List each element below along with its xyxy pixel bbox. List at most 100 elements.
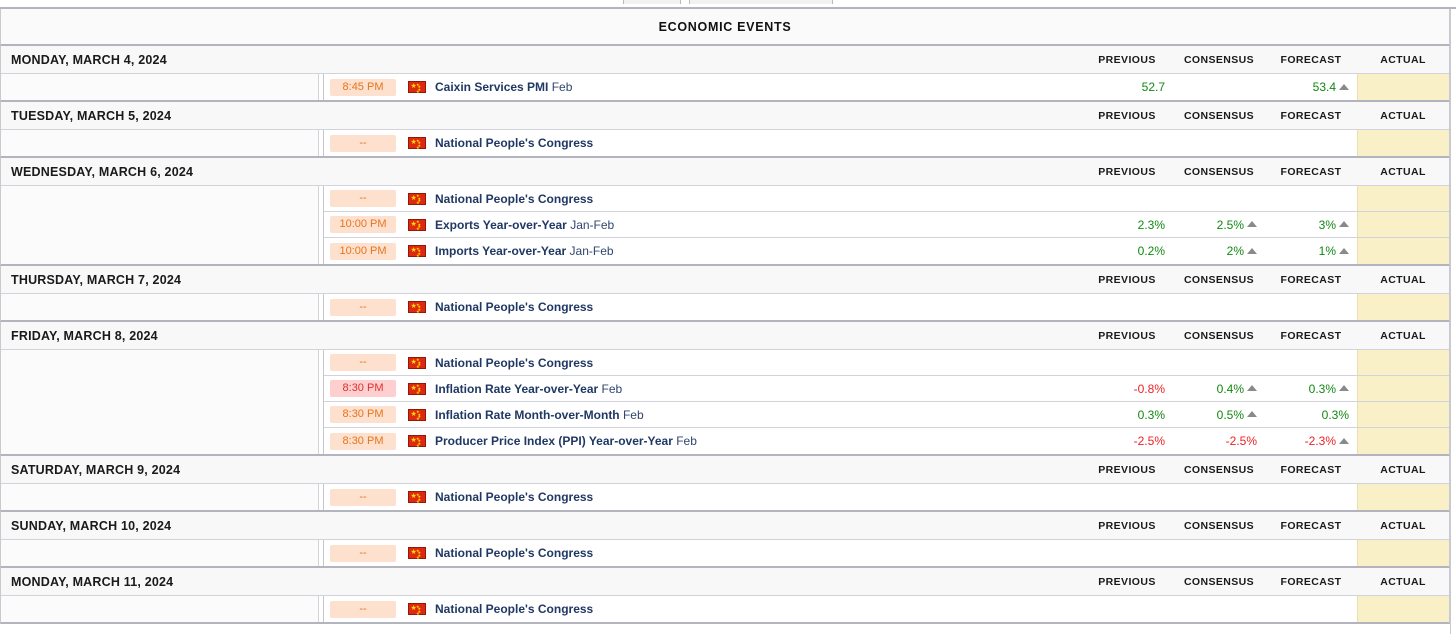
date-group-body: -- ★ ★ ★ ★ ★ National People's Congress … (1, 186, 1449, 264)
event-name[interactable]: National People's Congress (435, 356, 593, 370)
event-name[interactable]: Producer Price Index (PPI) Year-over-Yea… (435, 434, 697, 448)
value-previous: 0.2% (1137, 244, 1165, 258)
event-name[interactable]: Inflation Rate Year-over-Year Feb (435, 382, 622, 396)
date-header-row: MONDAY, MARCH 11, 2024 PREVIOUS CONSENSU… (1, 568, 1449, 596)
left-empty-column (1, 350, 319, 454)
event-name[interactable]: National People's Congress (435, 546, 593, 560)
event-name[interactable]: National People's Congress (435, 192, 593, 206)
tab-stub-left[interactable] (623, 0, 681, 4)
table-row[interactable]: -- ★ ★ ★ ★ ★ National People's Congress (324, 294, 1449, 320)
economic-events-page: ECONOMIC EVENTS MONDAY, MARCH 4, 2024 PR… (0, 0, 1456, 634)
left-empty-column (1, 130, 319, 156)
table-row[interactable]: -- ★ ★ ★ ★ ★ National People's Congress (324, 130, 1449, 156)
column-headers: PREVIOUS CONSENSUS FORECAST ACTUAL (1081, 322, 1449, 350)
column-header-actual: ACTUAL (1380, 520, 1426, 532)
event-time-badge-high: 8:30 PM (330, 380, 396, 397)
event-values (1081, 596, 1449, 622)
date-label: FRIDAY, MARCH 8, 2024 (11, 328, 158, 343)
column-headers: PREVIOUS CONSENSUS FORECAST ACTUAL (1081, 46, 1449, 74)
event-time-badge-low: -- (330, 134, 396, 152)
event-title-text: Inflation Rate Year-over-Year (435, 381, 599, 396)
table-row[interactable]: -- ★ ★ ★ ★ ★ National People's Congress (324, 350, 1449, 376)
date-label: MONDAY, MARCH 11, 2024 (11, 574, 174, 589)
column-header-forecast: FORECAST (1280, 330, 1342, 342)
date-header-row: WEDNESDAY, MARCH 6, 2024 PREVIOUS CONSEN… (1, 158, 1449, 186)
event-values: -0.8% 0.4% 0.3% (1081, 376, 1449, 401)
value-actual (1357, 130, 1449, 156)
china-flag-icon: ★ ★ ★ ★ ★ (408, 547, 426, 559)
date-group-body: -- ★ ★ ★ ★ ★ National People's Congress (1, 294, 1449, 320)
column-header-actual: ACTUAL (1380, 576, 1426, 588)
table-row[interactable]: 8:45 PM ★ ★ ★ ★ ★ Caixin Services PMI Fe… (324, 74, 1449, 100)
china-flag-icon: ★ ★ ★ ★ ★ (408, 192, 426, 205)
event-name[interactable]: Exports Year-over-Year Jan-Feb (435, 218, 614, 232)
date-label: WEDNESDAY, MARCH 6, 2024 (11, 164, 194, 179)
value-forecast (1265, 186, 1357, 211)
event-values: 52.7 53.4 (1081, 74, 1449, 100)
value-forecast: 0.3% (1321, 407, 1349, 422)
table-row[interactable]: 8:30 PM ★ ★ ★ ★ ★ Producer Price Index (… (324, 428, 1449, 454)
event-period-text: Feb (619, 407, 644, 422)
china-flag-icon: ★ ★ ★ ★ ★ (408, 218, 426, 231)
date-group: MONDAY, MARCH 4, 2024 PREVIOUS CONSENSUS… (0, 46, 1450, 102)
event-period-text: Feb (598, 381, 623, 396)
tab-stub-right[interactable] (689, 0, 833, 4)
table-row[interactable]: -- ★ ★ ★ ★ ★ National People's Congress (324, 484, 1449, 510)
left-empty-column (1, 74, 319, 100)
column-headers: PREVIOUS CONSENSUS FORECAST ACTUAL (1081, 568, 1449, 596)
trend-up-icon (1339, 247, 1349, 254)
event-name[interactable]: Imports Year-over-Year Jan-Feb (435, 244, 614, 258)
table-row[interactable]: -- ★ ★ ★ ★ ★ National People's Congress (324, 540, 1449, 566)
event-values (1081, 540, 1449, 566)
tab-strip (0, 0, 1456, 7)
event-name[interactable]: National People's Congress (435, 300, 593, 314)
china-flag-icon: ★ ★ ★ ★ ★ (408, 382, 426, 395)
column-header-forecast: FORECAST (1280, 110, 1342, 122)
column-header-forecast: FORECAST (1280, 520, 1342, 532)
flag-star-small: ★ (416, 364, 420, 369)
table-row[interactable]: 10:00 PM ★ ★ ★ ★ ★ Exports Year-over-Yea… (324, 212, 1449, 238)
china-flag-icon: ★ ★ ★ ★ ★ (408, 491, 426, 503)
trend-up-icon (1247, 221, 1257, 227)
event-name[interactable]: National People's Congress (435, 136, 593, 150)
event-name[interactable]: National People's Congress (435, 490, 593, 504)
table-row[interactable]: -- ★ ★ ★ ★ ★ National People's Congress (324, 596, 1449, 622)
flag-star-small: ★ (416, 308, 420, 314)
event-time-badge-low: -- (330, 354, 396, 371)
event-name[interactable]: Inflation Rate Month-over-Month Feb (435, 408, 644, 422)
event-name[interactable]: National People's Congress (435, 602, 593, 616)
trend-up-icon (1339, 221, 1349, 227)
date-header-row: SATURDAY, MARCH 9, 2024 PREVIOUS CONSENS… (1, 456, 1449, 484)
event-time-badge-low: -- (330, 600, 396, 618)
value-consensus (1173, 186, 1265, 211)
value-forecast (1265, 596, 1357, 622)
table-row[interactable]: -- ★ ★ ★ ★ ★ National People's Congress (324, 186, 1449, 212)
value-previous: -0.8% (1133, 381, 1165, 396)
value-consensus (1173, 74, 1265, 100)
date-group-body: -- ★ ★ ★ ★ ★ National People's Congress … (1, 350, 1449, 454)
value-actual (1357, 540, 1449, 566)
value-consensus (1173, 596, 1265, 622)
event-title-text: Exports Year-over-Year (435, 217, 567, 232)
event-title-text: National People's Congress (435, 546, 594, 560)
date-label: SUNDAY, MARCH 10, 2024 (11, 518, 172, 533)
event-values (1081, 130, 1449, 156)
date-header-row: SUNDAY, MARCH 10, 2024 PREVIOUS CONSENSU… (1, 512, 1449, 540)
table-row[interactable]: 8:30 PM ★ ★ ★ ★ ★ Inflation Rate Year-ov… (324, 376, 1449, 402)
value-actual (1357, 350, 1449, 375)
table-row[interactable]: 10:00 PM ★ ★ ★ ★ ★ Imports Year-over-Yea… (324, 238, 1449, 264)
date-group-body: 8:45 PM ★ ★ ★ ★ ★ Caixin Services PMI Fe… (1, 74, 1449, 100)
table-row[interactable]: 8:30 PM ★ ★ ★ ★ ★ Inflation Rate Month-o… (324, 402, 1449, 428)
event-values (1081, 186, 1449, 211)
column-header-consensus: CONSENSUS (1183, 520, 1255, 532)
date-group: MONDAY, MARCH 11, 2024 PREVIOUS CONSENSU… (0, 568, 1450, 624)
event-name[interactable]: Caixin Services PMI Feb (435, 80, 572, 94)
date-groups-container: MONDAY, MARCH 4, 2024 PREVIOUS CONSENSUS… (0, 46, 1456, 624)
value-forecast (1265, 294, 1357, 320)
trend-up-icon (1247, 247, 1257, 254)
value-previous (1081, 186, 1173, 211)
column-header-consensus: CONSENSUS (1183, 330, 1255, 342)
value-consensus: 0.5% (1173, 402, 1265, 427)
value-consensus (1173, 484, 1265, 510)
event-time-badge-low: 8:45 PM (330, 78, 396, 96)
